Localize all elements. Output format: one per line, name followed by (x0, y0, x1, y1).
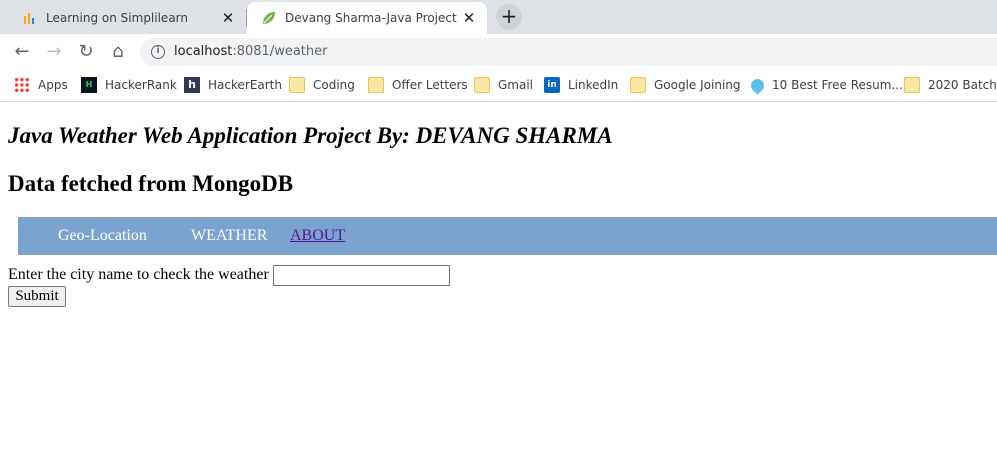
bookmark-coding[interactable]: Coding (289, 70, 355, 100)
nav-link-about[interactable]: ABOUT (290, 227, 345, 245)
bookmark-label: HackerEarth (208, 78, 282, 92)
tab-title: Learning on Simplilearn (46, 11, 188, 25)
info-icon[interactable]: i (151, 45, 165, 59)
forward-button[interactable]: → (40, 38, 68, 66)
bookmark-hackerearth[interactable]: h HackerEarth (184, 70, 282, 100)
apps-grid-icon (14, 77, 30, 93)
url-path: :8081/weather (232, 44, 328, 59)
bookmark-gmail[interactable]: Gmail (474, 70, 533, 100)
tab-devang-project[interactable]: Devang Sharma-Java Project ✕ (247, 2, 487, 34)
back-button[interactable]: ← (8, 38, 36, 66)
close-icon[interactable]: ✕ (459, 8, 479, 28)
bookmark-label: Gmail (498, 78, 534, 92)
linkedin-icon: in (544, 77, 560, 93)
bookmark-resume[interactable]: 10 Best Free Resum... (748, 70, 903, 100)
nav-link-geo-location[interactable]: Geo-Location (58, 227, 147, 245)
bookmark-label: HackerRank (105, 78, 177, 92)
bookmark-google-joining[interactable]: Google Joining (630, 70, 741, 100)
city-input-label: Enter the city name to check the weather (8, 266, 269, 283)
bookmark-linkedin[interactable]: in LinkedIn (544, 70, 618, 100)
bookmark-label: 2020 Batch (928, 78, 997, 92)
folder-icon (289, 77, 305, 93)
bookmarks-bar: Apps H HackerRank h HackerEarth Coding O… (0, 70, 997, 102)
bookmark-label: Offer Letters (392, 78, 468, 92)
tab-strip: Learning on Simplilearn ✕ Devang Sharma-… (0, 0, 997, 34)
map-pin-icon (748, 75, 767, 95)
bookmark-label: Coding (313, 78, 355, 92)
city-input[interactable] (273, 265, 450, 286)
close-icon[interactable]: ✕ (218, 8, 238, 28)
bookmark-label: 10 Best Free Resum... (772, 78, 903, 92)
bookmark-hackerrank[interactable]: H HackerRank (81, 70, 177, 100)
new-tab-button[interactable]: + (496, 4, 522, 30)
address-bar[interactable]: i localhost:8081/weather (140, 38, 997, 66)
submit-button[interactable]: Submit (8, 286, 66, 307)
folder-icon (474, 77, 490, 93)
home-button[interactable]: ⌂ (104, 38, 132, 66)
nav-link-weather[interactable]: WEATHER (191, 227, 267, 245)
tab-simplilearn[interactable]: Learning on Simplilearn ✕ (8, 2, 246, 34)
spring-leaf-icon (261, 10, 277, 26)
folder-icon (630, 77, 646, 93)
bookmark-2020-batch[interactable]: 2020 Batch (904, 70, 997, 100)
hackerrank-icon: H (81, 77, 97, 93)
bookmark-label: Google Joining (654, 78, 741, 92)
tab-title: Devang Sharma-Java Project (285, 11, 457, 25)
bookmark-label: LinkedIn (568, 78, 619, 92)
browser-toolbar: ← → ↻ ⌂ i localhost:8081/weather (0, 34, 997, 70)
folder-icon (904, 77, 920, 93)
bookmark-label: Apps (38, 78, 68, 92)
bookmark-offer-letters[interactable]: Offer Letters (368, 70, 468, 100)
folder-icon (368, 77, 384, 93)
page-content: Java Weather Web Application Project By:… (0, 103, 997, 475)
site-navbar: Geo-Location WEATHER ABOUT (18, 217, 997, 255)
page-title: Java Weather Web Application Project By:… (8, 123, 613, 148)
simplilearn-icon (22, 10, 38, 26)
reload-button[interactable]: ↻ (72, 38, 100, 66)
url-host: localhost (174, 44, 233, 59)
bookmark-apps[interactable]: Apps (14, 70, 68, 100)
url-text: localhost:8081/weather (174, 38, 327, 66)
page-subtitle: Data fetched from MongoDB (8, 171, 294, 196)
hackerearth-icon: h (184, 77, 200, 93)
